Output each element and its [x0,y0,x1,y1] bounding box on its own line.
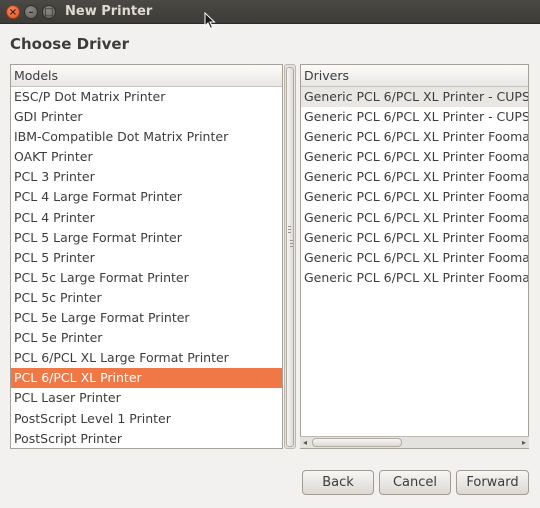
drivers-column-header[interactable]: Drivers [301,65,528,87]
driver-list-item[interactable]: Generic PCL 6/PCL XL Printer Foomatic [301,208,528,228]
model-list-item[interactable]: PCL 5 Large Format Printer [11,228,282,248]
forward-button[interactable]: Forward [456,470,529,495]
driver-list-item[interactable]: Generic PCL 6/PCL XL Printer Foomatic [301,248,528,268]
model-list-item[interactable]: PCL 6/PCL XL Printer [11,368,282,389]
close-window-button[interactable]: × [6,5,20,19]
driver-list-item[interactable]: Generic PCL 6/PCL XL Printer Foomatic [301,167,528,187]
scroll-left-arrow-icon[interactable]: ◂ [303,437,307,448]
models-column-header[interactable]: Models [11,65,282,87]
model-list-item[interactable]: PCL 4 Printer [11,208,282,228]
model-list-item[interactable]: PCL 4 Large Format Printer [11,187,282,207]
maximize-icon: □ [44,7,54,18]
back-button[interactable]: Back [302,470,374,495]
driver-list-item[interactable]: Generic PCL 6/PCL XL Printer Foomatic [301,268,528,288]
driver-list-item[interactable]: Generic PCL 6/PCL XL Printer - CUPS+G [301,107,528,127]
pane-divider-grip[interactable] [288,229,291,230]
drivers-rows: Generic PCL 6/PCL XL Printer - CUPS+G Gen… [301,87,528,288]
model-list-item[interactable]: ESC/P Dot Matrix Printer [11,87,282,107]
minimize-icon: – [28,7,34,18]
grip-line [290,246,293,247]
driver-list-item[interactable]: Generic PCL 6/PCL XL Printer Foomatic [301,187,528,207]
model-list-item[interactable]: PCL 5 Printer [11,248,282,268]
cancel-button[interactable]: Cancel [379,470,451,495]
model-list-item[interactable]: PCL 3 Printer [11,167,282,187]
page-title: Choose Driver [10,35,129,53]
models-list[interactable]: Models ESC/P Dot Matrix Printer GDI Print… [10,64,283,449]
grip-line [290,243,293,244]
driver-list-item[interactable]: Generic PCL 6/PCL XL Printer - CUPS+G [301,87,528,108]
scroll-right-arrow-icon[interactable]: ▸ [522,437,526,448]
model-list-item[interactable]: PCL 5c Printer [11,288,282,308]
pane-divider-grip[interactable] [288,232,291,233]
window-title: New Printer [65,4,153,19]
model-list-item[interactable]: PCL Laser Printer [11,388,282,408]
models-rows: ESC/P Dot Matrix Printer GDI Printer IBM-C… [11,87,282,449]
drivers-list[interactable]: Drivers Generic PCL 6/PCL XL Printer - C… [300,64,529,449]
model-list-item[interactable]: PostScript Level 1 Printer [11,409,282,429]
model-list-item[interactable]: GDI Printer [11,107,282,127]
pane-divider-grip[interactable] [288,226,291,227]
driver-list-item[interactable]: Generic PCL 6/PCL XL Printer Foomatic [301,147,528,167]
model-list-item[interactable]: PCL 5c Large Format Printer [11,268,282,288]
title-bar: × – □ New Printer [0,0,540,24]
model-list-item[interactable]: PCL 6/PCL XL Large Format Printer [11,348,282,368]
model-list-item[interactable]: PCL 5e Large Format Printer [11,308,282,328]
close-icon: × [8,7,18,18]
driver-list-item[interactable]: Generic PCL 6/PCL XL Printer Foomatic [301,127,528,147]
grip-line [290,240,293,241]
driver-list-item[interactable]: Generic PCL 6/PCL XL Printer Foomatic [301,228,528,248]
maximize-window-button[interactable]: □ [42,5,56,19]
models-vertical-scrollbar[interactable] [284,64,296,449]
drivers-scroll-thumb[interactable] [312,438,402,447]
model-list-item[interactable]: OAKT Printer [11,147,282,167]
drivers-horizontal-scrollbar[interactable]: ◂ ▸ [300,436,529,448]
models-scroll-thumb[interactable] [286,67,294,447]
model-list-item[interactable]: PCL 5e Printer [11,328,282,348]
model-list-item[interactable]: IBM-Compatible Dot Matrix Printer [11,127,282,147]
minimize-window-button[interactable]: – [24,5,38,19]
mouse-cursor-icon [204,12,216,30]
model-list-item[interactable]: PostScript Printer [11,429,282,449]
